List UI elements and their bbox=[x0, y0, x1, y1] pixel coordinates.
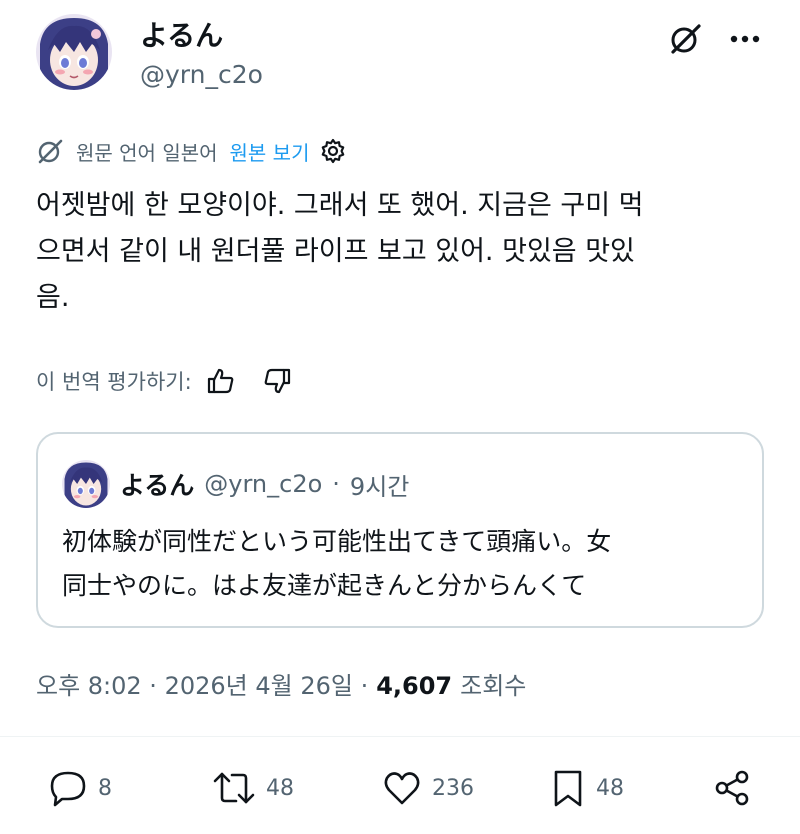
author-handle[interactable]: @yrn_c2o bbox=[140, 60, 263, 89]
quote-avatar bbox=[62, 460, 110, 508]
like-count: 236 bbox=[432, 775, 474, 801]
like-button[interactable]: 236 bbox=[382, 768, 474, 808]
retweet-icon bbox=[212, 768, 256, 808]
show-original-link[interactable]: 원본 보기 bbox=[230, 137, 310, 166]
tweet-text-line: 으면서 같이 내 원더풀 라이프 보고 있어. 맛있음 맛있 bbox=[36, 236, 635, 267]
quote-tweet-card[interactable]: よるん @yrn_c2o · 9시간 初体験が同性だという可能性出てきて頭痛い。… bbox=[36, 432, 764, 628]
tweet-text: 어젯밤에 한 모양이야. 그래서 또 했어. 지금은 구미 먹 으면서 같이 내… bbox=[36, 183, 776, 321]
grok-translate-icon bbox=[36, 137, 64, 165]
settings-gear-icon[interactable] bbox=[319, 137, 347, 165]
views-label: 조회수 bbox=[460, 672, 527, 700]
quote-time: 9시간 bbox=[349, 472, 410, 501]
tweet-text-line: 어젯밤에 한 모양이야. 그래서 또 했어. 지금은 구미 먹 bbox=[36, 190, 644, 221]
views-count: 4,607 bbox=[376, 672, 453, 700]
quote-separator: · bbox=[332, 470, 340, 498]
share-button[interactable] bbox=[712, 768, 752, 808]
author-display-name[interactable]: よるん bbox=[140, 14, 223, 54]
quote-header: よるん @yrn_c2o · 9시간 bbox=[62, 460, 409, 508]
tweet-meta: 오후 8:02 · 2026년 4월 26일 · 4,607 조회수 bbox=[36, 666, 526, 701]
avatar[interactable] bbox=[36, 14, 112, 90]
grok-icon[interactable] bbox=[664, 18, 706, 60]
quote-text-line: 初体験が同性だという可能性出てきて頭痛い。女 bbox=[62, 527, 612, 556]
share-icon bbox=[712, 768, 752, 808]
rate-translation-label: 이 번역 평가하기: bbox=[36, 370, 192, 394]
tweet-timestamp[interactable]: 오후 8:02 · 2026년 4월 26일 · bbox=[36, 666, 368, 701]
bookmark-button[interactable]: 48 bbox=[550, 768, 624, 808]
thumbs-up-icon[interactable] bbox=[206, 366, 236, 396]
thumbs-down-icon[interactable] bbox=[262, 366, 292, 396]
more-icon[interactable] bbox=[724, 18, 766, 60]
quote-text-line: 同士やのに。はよ友達が起きんと分からんくて bbox=[62, 571, 587, 600]
reply-icon bbox=[48, 768, 88, 808]
tweet-text-line: 음. bbox=[36, 282, 70, 313]
divider bbox=[0, 736, 800, 737]
reply-count: 8 bbox=[98, 775, 112, 801]
retweet-count: 48 bbox=[266, 775, 294, 801]
heart-icon bbox=[382, 768, 422, 808]
rate-translation: 이 번역 평가하기: bbox=[36, 364, 292, 398]
bookmark-count: 48 bbox=[596, 775, 624, 801]
quote-handle: @yrn_c2o bbox=[204, 470, 323, 498]
quote-display-name: よるん bbox=[120, 471, 195, 500]
translation-bar: 원문 언어 일본어 원본 보기 bbox=[36, 136, 347, 166]
bookmark-icon bbox=[550, 768, 586, 808]
reply-button[interactable]: 8 bbox=[48, 768, 112, 808]
quote-text: 初体験が同性だという可能性出てきて頭痛い。女 同士やのに。はよ友達が起きんと分か… bbox=[62, 520, 742, 608]
translation-info: 원문 언어 일본어 bbox=[76, 140, 218, 165]
retweet-button[interactable]: 48 bbox=[212, 768, 294, 808]
